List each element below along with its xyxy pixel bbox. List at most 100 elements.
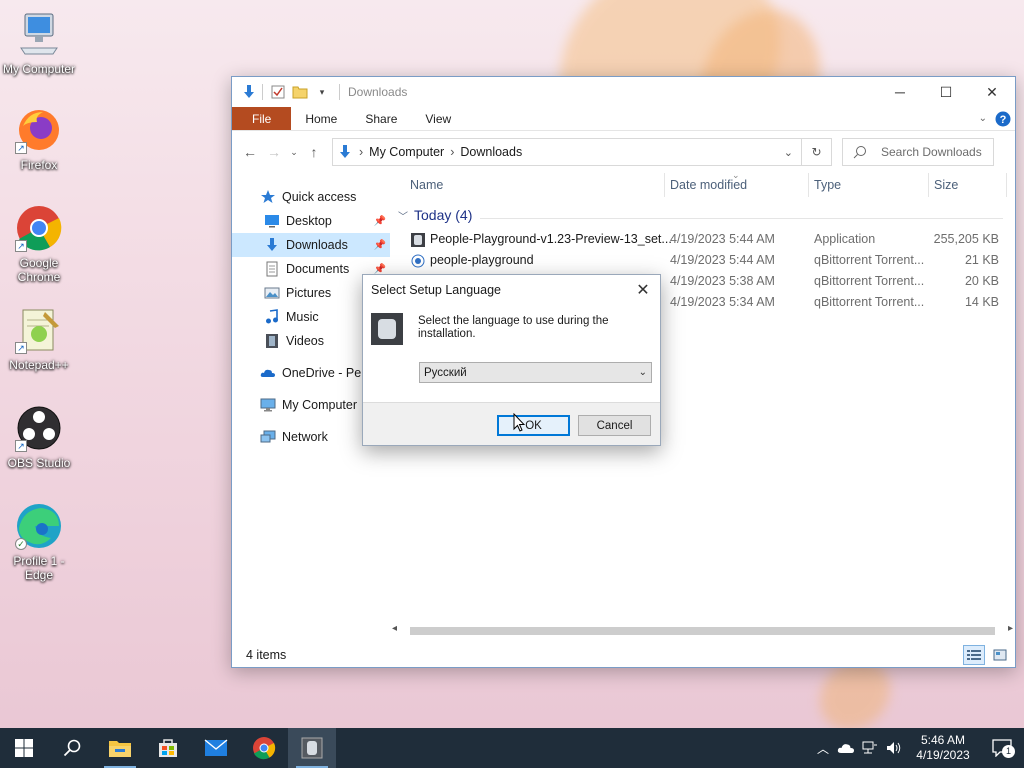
ribbon-tabs: File Home Share View ⌄ ? xyxy=(232,107,1015,131)
desktop-icon-my-computer[interactable]: My Computer xyxy=(0,10,78,76)
wallpaper-petal xyxy=(820,660,890,730)
column-header-size[interactable]: Size xyxy=(934,173,958,197)
volume-icon[interactable] xyxy=(882,740,906,756)
address-bar[interactable]: › My Computer › Downloads ⌄ xyxy=(332,138,802,166)
horizontal-scrollbar[interactable]: ◂ ▸ xyxy=(392,623,1013,639)
monitor-icon xyxy=(260,398,276,412)
desktop-icon-label: Notepad++ xyxy=(9,358,69,372)
help-icon[interactable]: ? xyxy=(995,107,1015,130)
details-view-icon[interactable] xyxy=(963,645,985,665)
notepadpp-icon: ↗ xyxy=(15,306,63,354)
music-note-icon xyxy=(266,309,278,324)
taskbar-file-explorer[interactable] xyxy=(96,728,144,768)
properties-icon[interactable] xyxy=(269,83,287,101)
desktop-icon xyxy=(265,215,279,228)
recent-locations-chevron-icon[interactable]: ⌄ xyxy=(286,140,302,164)
chrome-icon xyxy=(253,737,276,760)
file-size: 14 KB xyxy=(964,295,999,309)
desktop-icon-google-chrome[interactable]: ↗ Google Chrome xyxy=(0,204,78,284)
nav-downloads[interactable]: Downloads 📌 xyxy=(232,233,390,257)
onedrive-cloud-icon[interactable] xyxy=(834,742,858,754)
customize-quick-access-chevron-icon[interactable]: ▾ xyxy=(313,83,331,101)
tab-share[interactable]: Share xyxy=(351,107,411,130)
forward-arrow-icon[interactable]: → xyxy=(262,140,286,164)
taskbar-clock[interactable]: 5:46 AM 4/19/2023 xyxy=(906,733,980,763)
show-hidden-icons-chevron-icon[interactable]: ︿ xyxy=(812,740,834,757)
pin-icon: 📌 xyxy=(373,239,386,251)
start-button[interactable] xyxy=(0,728,48,768)
notification-count-badge: 1 xyxy=(1002,745,1015,758)
scroll-left-icon[interactable]: ◂ xyxy=(392,623,397,634)
pin-icon: 📌 xyxy=(373,215,386,227)
column-header-type[interactable]: Type xyxy=(814,173,841,197)
group-label: Today (4) xyxy=(414,207,473,223)
desktop-icon-firefox[interactable]: ↗ Firefox xyxy=(0,106,78,172)
desktop-icon-label: Profile 1 - Edge xyxy=(13,554,65,582)
nav-label: Music xyxy=(286,310,319,324)
nav-label: My Computer xyxy=(282,398,358,412)
tab-file[interactable]: File xyxy=(232,107,292,130)
breadcrumb-separator-icon: › xyxy=(450,145,455,159)
large-icons-view-icon[interactable] xyxy=(989,645,1011,665)
cancel-button[interactable]: Cancel xyxy=(578,415,651,436)
taskbar: ︿ 5:46 AM 4/19/2023 1 xyxy=(0,728,1024,768)
table-row[interactable]: People-Playground-v1.23-Preview-13_set..… xyxy=(390,229,1015,250)
tab-home[interactable]: Home xyxy=(291,107,351,130)
network-icon xyxy=(260,430,276,443)
breadcrumb-downloads[interactable]: Downloads xyxy=(460,145,522,159)
desktop-icon-notepadpp[interactable]: ↗ Notepad++ xyxy=(0,306,78,372)
taskbar-search-button[interactable] xyxy=(48,728,96,768)
ok-button[interactable]: OK xyxy=(497,415,570,436)
download-arrow-icon xyxy=(340,145,350,158)
expand-ribbon-chevron-icon[interactable]: ⌄ xyxy=(971,107,995,130)
column-header-name[interactable]: Name xyxy=(410,173,443,197)
back-arrow-icon[interactable]: ← xyxy=(238,140,262,164)
scroll-right-icon[interactable]: ▸ xyxy=(1008,623,1013,634)
nav-desktop[interactable]: Desktop 📌 xyxy=(232,209,390,233)
nav-quick-access[interactable]: Quick access xyxy=(232,185,390,209)
column-separator xyxy=(928,173,929,197)
shortcut-arrow-icon: ↗ xyxy=(15,342,27,354)
breadcrumb-my-computer[interactable]: My Computer xyxy=(369,145,444,159)
nav-label: Videos xyxy=(286,334,324,348)
status-bar: 4 items xyxy=(232,643,1015,667)
desktop-icon-obs-studio[interactable]: ↗ OBS Studio xyxy=(0,404,78,470)
desktop-icon-label: Firefox xyxy=(20,158,58,172)
group-header-today[interactable]: ﹀ Today (4) xyxy=(398,207,472,223)
firefox-icon: ↗ xyxy=(15,106,63,154)
film-icon xyxy=(266,334,278,348)
tab-view[interactable]: View xyxy=(411,107,465,130)
refresh-icon[interactable]: ↻ xyxy=(802,138,832,166)
up-arrow-icon[interactable]: ↑ xyxy=(302,140,326,164)
taskbar-google-chrome[interactable] xyxy=(240,728,288,768)
address-dropdown-chevron-icon[interactable]: ⌄ xyxy=(784,146,801,159)
nav-label: Desktop xyxy=(286,214,332,228)
obs-icon: ↗ xyxy=(15,404,63,452)
new-folder-icon[interactable] xyxy=(291,83,309,101)
language-select[interactable]: Русский ⌄ xyxy=(419,362,652,383)
window-title: Downloads xyxy=(348,85,408,99)
table-row[interactable]: people-playground 4/19/2023 5:44 AM qBit… xyxy=(390,250,1015,271)
divider xyxy=(339,84,340,100)
close-button[interactable]: ✕ xyxy=(969,77,1015,107)
taskbar-mail[interactable] xyxy=(192,728,240,768)
search-input[interactable]: Search Downloads xyxy=(842,138,994,166)
pictures-icon xyxy=(264,287,280,299)
maximize-button[interactable]: ☐ xyxy=(923,77,969,107)
check-badge-icon: ✓ xyxy=(15,538,27,550)
scrollbar-thumb[interactable] xyxy=(410,627,995,635)
action-center-icon[interactable]: 1 xyxy=(980,739,1024,758)
desktop-icon-edge[interactable]: ✓ Profile 1 - Edge xyxy=(0,502,78,582)
minimize-button[interactable]: ─ xyxy=(877,77,923,107)
star-icon xyxy=(261,190,275,203)
dialog-close-button[interactable]: ✕ xyxy=(632,279,654,301)
taskbar-microsoft-store[interactable] xyxy=(144,728,192,768)
breadcrumb-separator-icon: › xyxy=(359,145,364,159)
file-type: Application xyxy=(814,232,876,246)
store-icon xyxy=(159,739,177,757)
clock-time: 5:46 AM xyxy=(920,733,966,747)
network-status-icon[interactable] xyxy=(858,740,882,756)
pin-icon: 📌 xyxy=(373,263,386,275)
taskbar-setup-app[interactable] xyxy=(288,728,336,768)
column-separator xyxy=(1006,173,1007,197)
